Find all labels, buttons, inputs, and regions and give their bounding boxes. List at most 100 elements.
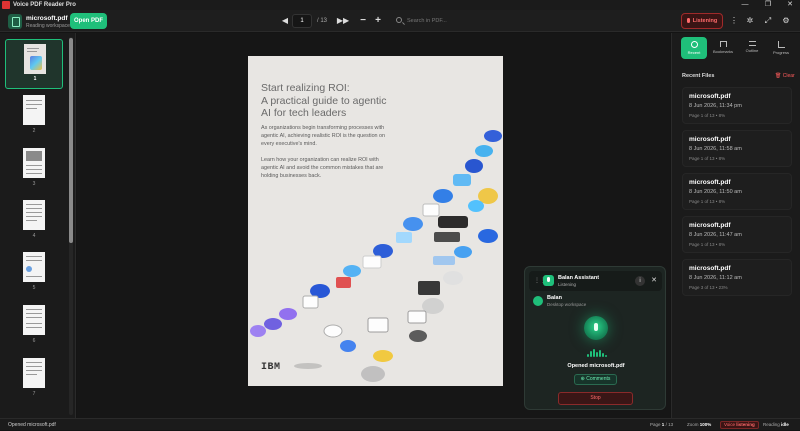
recent-file-card[interactable]: microsoft.pdf 8 Jun 2026, 11:34 pm Page … bbox=[682, 87, 792, 124]
tab-progress[interactable]: Progress bbox=[768, 37, 794, 59]
assistant-header: ⋮⋮ Balan Assistant Listening i ✕ bbox=[529, 271, 662, 291]
recent-file-progress: Page 1 of 13 • 8% bbox=[689, 199, 726, 204]
status-voice-value: listening bbox=[736, 422, 755, 427]
close-icon[interactable]: ✕ bbox=[649, 276, 659, 286]
app-icon bbox=[2, 1, 10, 9]
thumbnail-number: 2 bbox=[32, 128, 36, 134]
fullscreen-icon[interactable]: ⤢ bbox=[761, 14, 775, 28]
recent-file-card[interactable]: microsoft.pdf 8 Jun 2026, 11:12 am Page … bbox=[682, 259, 792, 296]
thumbnail-image bbox=[24, 44, 46, 74]
status-zoom-label: Zoom bbox=[687, 422, 699, 427]
info-icon[interactable]: i bbox=[635, 276, 645, 286]
recent-file-card[interactable]: microsoft.pdf 8 Jun 2026, 11:58 am Page … bbox=[682, 130, 792, 167]
thumbnail-image bbox=[23, 358, 45, 388]
comments-button[interactable]: ⊕ Comments bbox=[574, 374, 617, 385]
title-bar: Voice PDF Reader Pro — ❐ ✕ bbox=[0, 0, 800, 10]
kebab-menu-icon[interactable]: ⋮ bbox=[727, 14, 741, 28]
thumbnail-number: 1 bbox=[33, 76, 37, 82]
comment-icon: ⊕ bbox=[580, 376, 585, 382]
page-total: / 13 bbox=[317, 18, 328, 24]
status-reading-label: Reading bbox=[763, 422, 780, 427]
clock-icon bbox=[690, 41, 698, 48]
search-input[interactable]: Search in PDF... bbox=[390, 14, 560, 28]
thumbnail-number: 6 bbox=[32, 338, 36, 344]
prev-page-icon[interactable]: ◀ bbox=[278, 14, 292, 28]
clear-button[interactable]: 🗑 Clear bbox=[775, 73, 795, 79]
gear-icon[interactable]: ⚙ bbox=[779, 14, 793, 28]
tab-label: Progress bbox=[772, 50, 789, 55]
close-window-button[interactable]: ✕ bbox=[780, 0, 800, 10]
status-zoom-value: 100% bbox=[699, 422, 712, 427]
next-page-icon[interactable]: ▶▶ bbox=[336, 14, 350, 28]
search-icon bbox=[396, 17, 402, 23]
status-reading-value: idle bbox=[781, 422, 789, 427]
recent-file-progress: Page 3 of 13 • 23% bbox=[689, 285, 728, 290]
thumbnail-number: 7 bbox=[32, 391, 36, 397]
bookmark-icon bbox=[719, 41, 727, 47]
drag-handle-icon[interactable]: ⋮⋮ bbox=[534, 277, 546, 285]
search-placeholder: Search in PDF... bbox=[407, 18, 447, 24]
thumbnail-number: 5 bbox=[32, 285, 36, 291]
stop-button[interactable]: Stop bbox=[558, 392, 633, 405]
thumbnail-page-1[interactable]: 1 bbox=[5, 39, 63, 89]
status-voice-badge: Voice listening bbox=[720, 421, 759, 429]
tab-bookmarks[interactable]: Bookmarks bbox=[710, 37, 736, 59]
mic-orb-button[interactable] bbox=[584, 316, 608, 340]
recent-file-name: microsoft.pdf bbox=[689, 179, 731, 186]
thumbnail-image bbox=[23, 305, 45, 335]
mic-icon bbox=[686, 18, 690, 23]
user-subtitle: Desktop workspace bbox=[547, 302, 587, 307]
thumbnail-image bbox=[23, 252, 45, 282]
thumbnail-image bbox=[23, 200, 45, 230]
assistant-message: Opened microsoft.pdf bbox=[567, 363, 625, 369]
recent-file-date: 8 Jun 2026, 11:12 am bbox=[689, 275, 742, 281]
maximize-button[interactable]: ❐ bbox=[758, 0, 778, 10]
minimize-button[interactable]: — bbox=[735, 0, 755, 10]
pdf-page[interactable]: Start realizing ROI: A practical guide t… bbox=[248, 56, 503, 386]
clear-label: Clear bbox=[782, 73, 795, 79]
recent-file-date: 8 Jun 2026, 11:50 am bbox=[689, 189, 742, 195]
zoom-in-icon[interactable]: + bbox=[372, 14, 384, 28]
settings-gear-icon[interactable]: ✲ bbox=[743, 14, 757, 28]
status-page-label: Page bbox=[650, 422, 661, 427]
tab-outline[interactable]: Outline bbox=[739, 37, 765, 59]
recent-file-date: 8 Jun 2026, 11:34 pm bbox=[689, 103, 742, 109]
cover-artwork bbox=[250, 130, 502, 382]
thumbnail-image bbox=[23, 148, 45, 178]
tab-label: Bookmarks bbox=[712, 49, 733, 54]
assistant-mic-icon bbox=[543, 275, 554, 286]
right-panel: Recent Bookmarks Outline Progress Recent… bbox=[671, 33, 800, 418]
recent-file-name: microsoft.pdf bbox=[689, 222, 731, 229]
file-icon bbox=[8, 14, 22, 29]
audio-wave-icon bbox=[587, 349, 607, 359]
toolbar: microsoft.pdf Reading workspace Open PDF… bbox=[0, 10, 800, 32]
recent-file-card[interactable]: microsoft.pdf 8 Jun 2026, 11:50 am Page … bbox=[682, 173, 792, 210]
listening-button[interactable]: Listening bbox=[681, 13, 723, 29]
tab-label: Outline bbox=[745, 48, 759, 53]
user-name: Balan bbox=[547, 295, 562, 301]
assistant-status: Listening bbox=[558, 282, 577, 287]
status-page-value: 1 bbox=[661, 422, 665, 427]
trash-icon: 🗑 bbox=[775, 73, 782, 79]
recent-file-card[interactable]: microsoft.pdf 8 Jun 2026, 11:47 am Page … bbox=[682, 216, 792, 253]
tab-recent[interactable]: Recent bbox=[681, 37, 707, 59]
recent-files-heading: Recent Files bbox=[682, 73, 715, 79]
recent-file-progress: Page 1 of 13 • 8% bbox=[689, 242, 726, 247]
thumbnail-sidebar: 1 2 3 4 5 6 7 bbox=[0, 33, 76, 418]
page-number-input[interactable]: 1 bbox=[292, 14, 312, 28]
sidebar-scrollbar-thumb[interactable] bbox=[69, 38, 73, 243]
ibm-logo: IBM bbox=[261, 362, 281, 373]
recent-file-name: microsoft.pdf bbox=[689, 265, 731, 272]
recent-file-name: microsoft.pdf bbox=[689, 136, 731, 143]
window-title: Voice PDF Reader Pro bbox=[13, 2, 76, 8]
assistant-panel: ⋮⋮ Balan Assistant Listening i ✕ Balan D… bbox=[524, 266, 666, 410]
tab-label: Recent bbox=[687, 50, 701, 55]
progress-icon bbox=[777, 41, 785, 48]
user-avatar bbox=[533, 296, 543, 306]
file-subtitle: Reading workspace bbox=[26, 23, 70, 29]
thumbnail-number: 3 bbox=[32, 181, 36, 187]
status-message: Opened microsoft.pdf bbox=[8, 422, 56, 428]
open-pdf-button[interactable]: Open PDF bbox=[70, 13, 107, 29]
thumbnail-image bbox=[23, 95, 45, 125]
zoom-out-icon[interactable]: − bbox=[357, 14, 369, 28]
